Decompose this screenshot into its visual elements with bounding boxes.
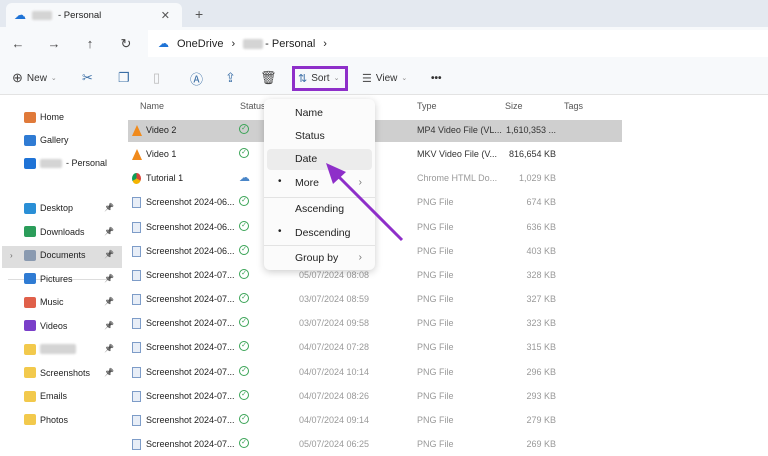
annotation-arrow (326, 163, 404, 242)
